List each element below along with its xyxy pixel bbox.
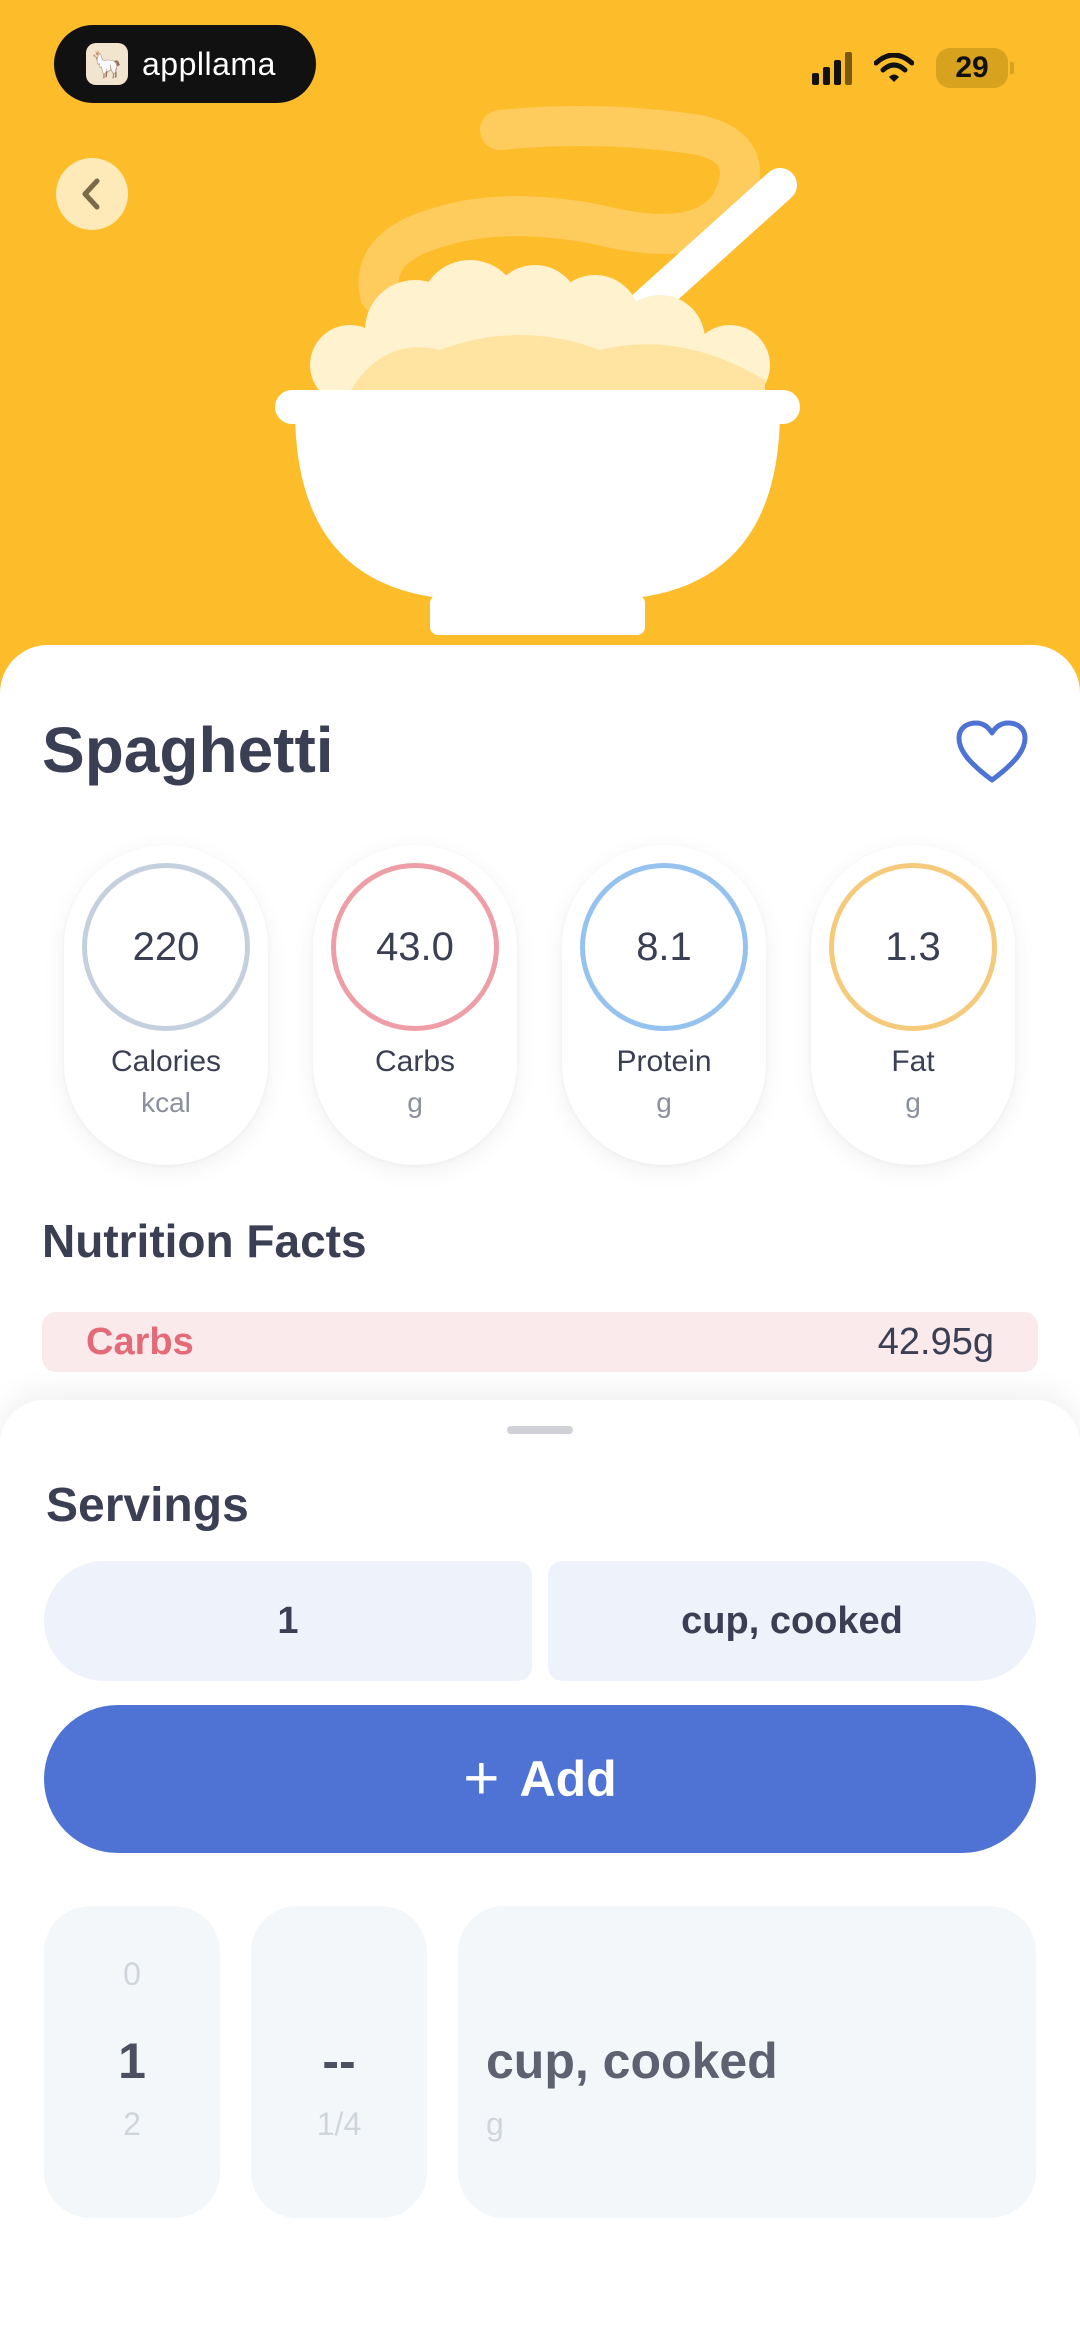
heart-outline-icon bbox=[956, 720, 1028, 783]
servings-heading: Servings bbox=[46, 1479, 249, 1532]
app-brand-pill: 🦙 appllama bbox=[54, 25, 316, 103]
picker-selected[interactable]: 1 bbox=[44, 2032, 220, 2090]
macro-fat: 1.3 Fat g bbox=[811, 845, 1015, 1165]
protein-unit: g bbox=[656, 1087, 672, 1118]
add-button[interactable]: + Add bbox=[44, 1705, 1036, 1853]
calories-unit: kcal bbox=[141, 1087, 191, 1118]
food-title: Spaghetti bbox=[42, 714, 334, 786]
calories-label: Calories bbox=[110, 1045, 222, 1078]
unit-picker[interactable]: cup, cooked g bbox=[458, 1906, 1036, 2218]
whole-number-picker[interactable]: 0 1 2 bbox=[44, 1906, 220, 2218]
signal-icon bbox=[812, 51, 852, 85]
add-button-label: Add bbox=[519, 1751, 617, 1807]
battery-level: 29 bbox=[955, 51, 989, 84]
llama-logo-icon: 🦙 bbox=[86, 43, 128, 85]
serving-unit-value: cup, cooked bbox=[681, 1599, 903, 1642]
picker-option[interactable]: 0 bbox=[44, 1956, 220, 1993]
nutrition-row-value: 42.95g bbox=[877, 1320, 994, 1363]
nutrition-facts-heading: Nutrition Facts bbox=[42, 1215, 367, 1267]
favorite-button[interactable] bbox=[955, 720, 1029, 791]
fraction-picker[interactable]: -- 1/4 bbox=[251, 1906, 427, 2218]
status-icons: 29 bbox=[812, 48, 1014, 88]
picker-option[interactable]: 2 bbox=[44, 2106, 220, 2143]
calories-value: 220 bbox=[132, 924, 200, 969]
protein-label: Protein bbox=[616, 1045, 712, 1078]
app-brand-label: appllama bbox=[142, 45, 276, 82]
macro-calories: 220 Calories kcal bbox=[64, 845, 268, 1165]
hero-banner: 🦙 appllama 29 bbox=[0, 0, 1080, 700]
serving-quantity-value: 1 bbox=[277, 1599, 299, 1642]
carbs-value: 43.0 bbox=[376, 924, 454, 969]
protein-value: 8.1 bbox=[636, 924, 692, 969]
picker-option[interactable]: g bbox=[458, 2106, 1036, 2143]
bowl-illustration bbox=[275, 106, 800, 635]
carbs-unit: g bbox=[407, 1087, 423, 1118]
sheet-grabber[interactable] bbox=[507, 1426, 573, 1434]
chevron-left-icon bbox=[82, 178, 100, 210]
back-button[interactable] bbox=[56, 158, 128, 230]
fat-value: 1.3 bbox=[885, 924, 941, 969]
protein-ring: 8.1 bbox=[580, 863, 748, 1031]
carbs-ring: 43.0 bbox=[331, 863, 499, 1031]
wifi-icon bbox=[874, 53, 914, 82]
serving-quantity-field[interactable]: 1 bbox=[44, 1561, 532, 1681]
macro-carbs: 43.0 Carbs g bbox=[313, 845, 517, 1165]
fat-ring: 1.3 bbox=[829, 863, 997, 1031]
battery-icon: 29 bbox=[936, 48, 1014, 88]
calories-ring: 220 bbox=[82, 863, 250, 1031]
nutrition-row-carbs: Carbs 42.95g bbox=[42, 1312, 1038, 1372]
fat-unit: g bbox=[905, 1087, 921, 1118]
picker-option[interactable]: 1/4 bbox=[251, 2106, 427, 2143]
serving-unit-field[interactable]: cup, cooked bbox=[548, 1561, 1036, 1681]
picker-selected[interactable]: cup, cooked bbox=[458, 2032, 1036, 2090]
picker-selected[interactable]: -- bbox=[251, 2032, 427, 2090]
nutrition-row-label: Carbs bbox=[86, 1320, 194, 1363]
macro-protein: 8.1 Protein g bbox=[562, 845, 766, 1165]
carbs-label: Carbs bbox=[374, 1045, 456, 1078]
plus-icon: + bbox=[463, 1744, 500, 1813]
fat-label: Fat bbox=[891, 1045, 935, 1078]
